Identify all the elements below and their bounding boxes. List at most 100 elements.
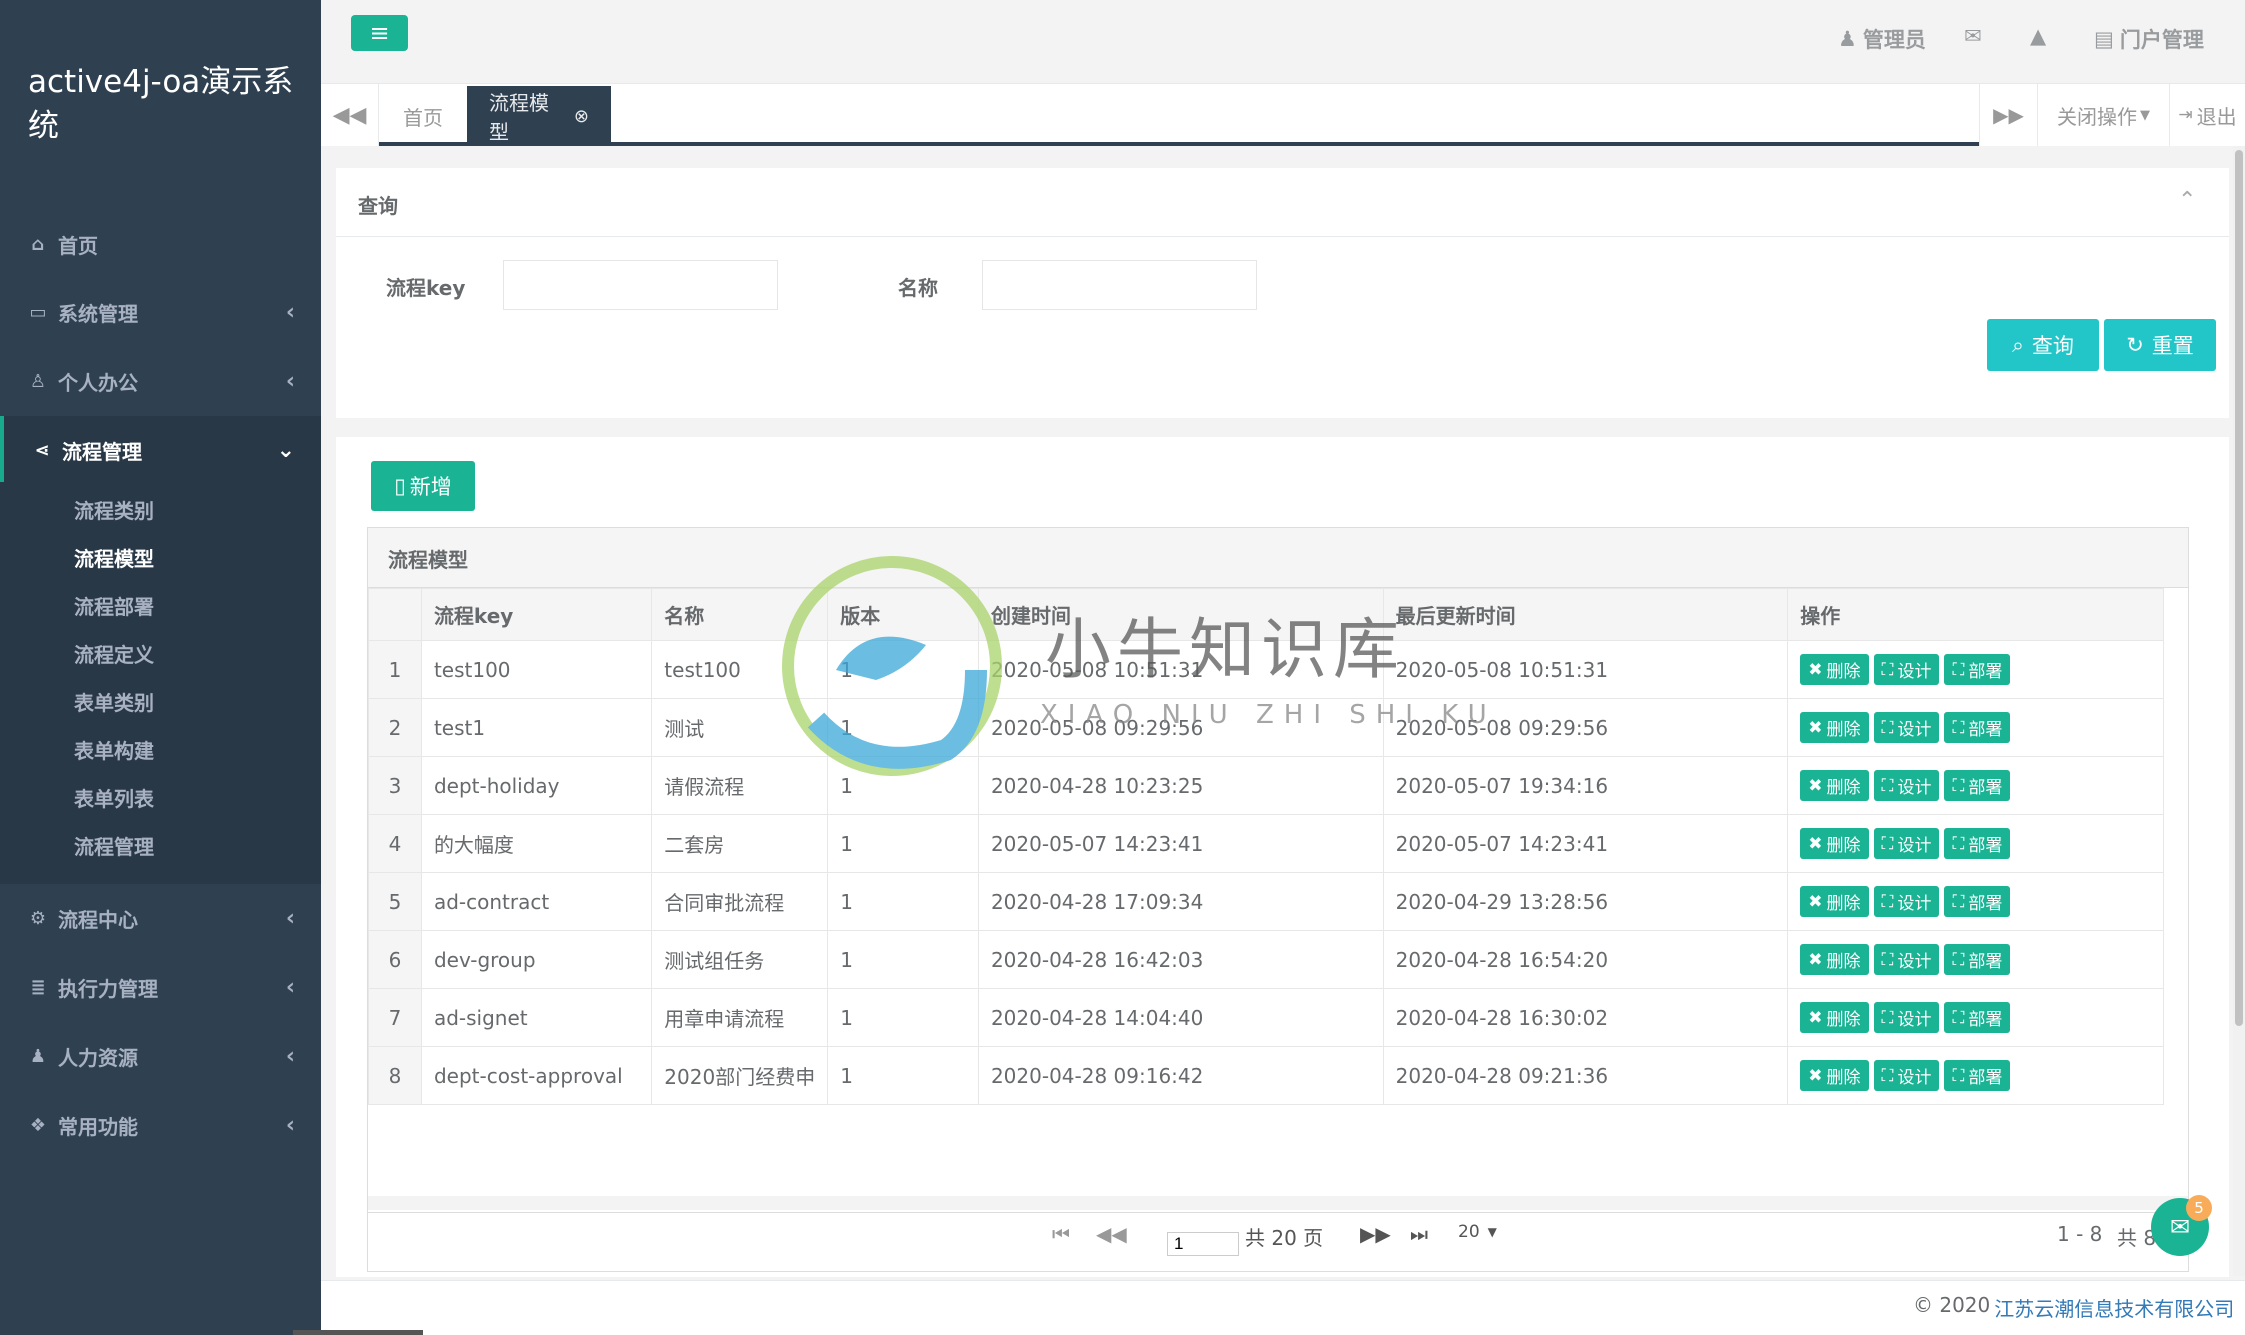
page-number-input[interactable] xyxy=(1167,1232,1239,1256)
logout-button[interactable]: ⇥ 退出 xyxy=(2169,84,2245,146)
design-button[interactable]: ⛶ 设计 xyxy=(1873,770,1940,801)
sidebar-item-home[interactable]: ⌂ 首页 xyxy=(0,210,321,278)
delete-button[interactable]: ✖ 删除 xyxy=(1800,886,1869,917)
subitem-form-list[interactable]: 表单列表 xyxy=(74,773,154,821)
tab-scroll-right-button[interactable]: ▶▶ xyxy=(1979,84,2037,146)
design-button[interactable]: ⛶ 设计 xyxy=(1873,712,1940,743)
binoculars-icon: ⛶ xyxy=(1881,833,1894,854)
first-page-icon[interactable]: ⏮ xyxy=(1052,1222,1070,1246)
table-row[interactable]: 8 dept-cost-approval 2020部门经费申 1 2020-04… xyxy=(368,1046,2164,1105)
subitem-process-definition[interactable]: 流程定义 xyxy=(74,629,154,677)
name-input[interactable] xyxy=(982,260,1257,310)
binoculars-icon: ⛶ xyxy=(1952,833,1965,854)
cell-version: 1 xyxy=(827,1046,979,1105)
subitem-form-builder[interactable]: 表单构建 xyxy=(74,725,154,773)
key-input[interactable] xyxy=(503,260,778,310)
times-icon: ✖ xyxy=(1808,1007,1823,1028)
subitem-process-category[interactable]: 流程类别 xyxy=(74,485,154,533)
tab-process-model[interactable]: 流程模型 ⊗ xyxy=(467,86,611,146)
add-button[interactable]: ▯ 新增 xyxy=(371,461,475,511)
subitem-process-model[interactable]: 流程模型 xyxy=(74,533,154,581)
design-button[interactable]: ⛶ 设计 xyxy=(1873,886,1940,917)
col-updated[interactable]: 最后更新时间 xyxy=(1382,588,1789,641)
delete-button[interactable]: ✖ 删除 xyxy=(1800,770,1869,801)
delete-button[interactable]: ✖ 删除 xyxy=(1800,944,1869,975)
table-row[interactable]: 3 dept-holiday 请假流程 1 2020-04-28 10:23:2… xyxy=(368,756,2164,815)
subitem-process-manage[interactable]: 流程管理 xyxy=(74,821,154,869)
deploy-button[interactable]: ⛶ 部署 xyxy=(1944,886,2011,917)
admin-menu[interactable]: ♟ 管理员 xyxy=(1838,24,1926,54)
sidebar-item-personal[interactable]: ♙ 个人办公 ‹ xyxy=(0,347,321,415)
design-label: 设计 xyxy=(1897,662,1932,682)
cell-updated: 2020-04-28 09:21:36 xyxy=(1382,1046,1789,1105)
scrollbar-thumb[interactable] xyxy=(2235,150,2243,1026)
delete-button[interactable]: ✖ 删除 xyxy=(1800,1002,1869,1033)
design-button[interactable]: ⛶ 设计 xyxy=(1873,1060,1940,1091)
design-button[interactable]: ⛶ 设计 xyxy=(1873,654,1940,685)
sidebar-item-common[interactable]: ❖ 常用功能 ‹ xyxy=(0,1091,321,1159)
row-number: 4 xyxy=(368,814,422,873)
deploy-label: 部署 xyxy=(1968,778,2003,798)
delete-button[interactable]: ✖ 删除 xyxy=(1800,654,1869,685)
reset-button[interactable]: ↻ 重置 xyxy=(2104,319,2216,371)
add-label: 新增 xyxy=(409,475,452,499)
deploy-button[interactable]: ⛶ 部署 xyxy=(1944,712,2011,743)
sidebar-item-hr[interactable]: ♟ 人力资源 ‹ xyxy=(0,1022,321,1090)
sidebar-item-system[interactable]: ▭ 系统管理 ‹ xyxy=(0,278,321,346)
subitem-form-category[interactable]: 表单类别 xyxy=(74,677,154,725)
search-button[interactable]: ⌕ 查询 xyxy=(1987,319,2099,371)
cell-created: 2020-04-28 16:42:03 xyxy=(977,930,1384,989)
collapse-icon[interactable]: ⌃ xyxy=(2178,188,2196,213)
table-row[interactable]: 6 dev-group 测试组任务 1 2020-04-28 16:42:03 … xyxy=(368,930,2164,989)
delete-label: 删除 xyxy=(1826,1010,1861,1030)
deploy-button[interactable]: ⛶ 部署 xyxy=(1944,1060,2011,1091)
deploy-button[interactable]: ⛶ 部署 xyxy=(1944,944,2011,975)
deploy-button[interactable]: ⛶ 部署 xyxy=(1944,770,2011,801)
tab-home[interactable]: 首页 xyxy=(379,86,467,146)
deploy-button[interactable]: ⛶ 部署 xyxy=(1944,828,2011,859)
times-icon: ✖ xyxy=(1808,1065,1823,1086)
bell-icon[interactable]: ▲ xyxy=(2030,24,2046,48)
company-link[interactable]: 江苏云潮信息技术有限公司 xyxy=(1994,1293,2234,1322)
tab-scroll-left-button[interactable]: ◀◀ xyxy=(321,84,379,146)
prev-page-icon[interactable]: ◀◀ xyxy=(1096,1222,1127,1246)
col-key[interactable]: 流程key xyxy=(420,588,653,641)
design-label: 设计 xyxy=(1897,778,1932,798)
subitem-process-deploy[interactable]: 流程部署 xyxy=(74,581,154,629)
next-page-icon[interactable]: ▶▶ xyxy=(1360,1222,1391,1246)
cell-updated: 2020-05-08 10:51:31 xyxy=(1382,640,1789,699)
deploy-button[interactable]: ⛶ 部署 xyxy=(1944,1002,2011,1033)
cell-updated: 2020-04-29 13:28:56 xyxy=(1382,872,1789,931)
page-size-select[interactable]: 20 ▼ xyxy=(1458,1222,1497,1242)
menu-toggle-button[interactable]: ≡ xyxy=(351,15,408,51)
design-button[interactable]: ⛶ 设计 xyxy=(1873,944,1940,975)
table-row[interactable]: 4 的大幅度 二套房 1 2020-05-07 14:23:41 2020-05… xyxy=(368,814,2164,873)
cell-key: 的大幅度 xyxy=(420,814,653,873)
cell-key: test1 xyxy=(420,698,653,757)
envelope-icon[interactable]: ✉ xyxy=(1964,24,1982,48)
design-button[interactable]: ⛶ 设计 xyxy=(1873,828,1940,859)
deploy-button[interactable]: ⛶ 部署 xyxy=(1944,654,2011,685)
sidebar-item-label: 常用功能 xyxy=(58,1114,138,1139)
delete-button[interactable]: ✖ 删除 xyxy=(1800,712,1869,743)
app-title: active4j-oa演示系统 xyxy=(28,64,294,144)
table-row[interactable]: 5 ad-contract 合同审批流程 1 2020-04-28 17:09:… xyxy=(368,872,2164,931)
table-row[interactable]: 7 ad-signet 用章申请流程 1 2020-04-28 14:04:40… xyxy=(368,988,2164,1047)
portal-menu[interactable]: ▤ 门户管理 xyxy=(2094,24,2204,54)
sidebar-item-process-center[interactable]: ⚙ 流程中心 ‹ xyxy=(0,884,321,952)
sidebar-item-execution[interactable]: ≣ 执行力管理 ‹ xyxy=(0,953,321,1021)
delete-label: 删除 xyxy=(1826,662,1861,682)
close-icon[interactable]: ⊗ xyxy=(574,106,589,127)
close-ops-dropdown[interactable]: 关闭操作 ▼ xyxy=(2037,84,2169,146)
horizontal-scrollbar[interactable] xyxy=(368,1196,2188,1210)
search-label: 查询 xyxy=(2031,334,2074,358)
design-button[interactable]: ⛶ 设计 xyxy=(1873,1002,1940,1033)
sidebar-item-process[interactable]: ⋖ 流程管理 ⌄ xyxy=(0,416,321,484)
times-icon: ✖ xyxy=(1808,833,1823,854)
delete-button[interactable]: ✖ 删除 xyxy=(1800,828,1869,859)
last-page-icon[interactable]: ⏭ xyxy=(1410,1222,1428,1246)
cell-actions: ✖ 删除 ⛶ 设计 ⛶ 部署 xyxy=(1787,988,2164,1047)
cell-version: 1 xyxy=(827,988,979,1047)
delete-button[interactable]: ✖ 删除 xyxy=(1800,1060,1869,1091)
cell-version: 1 xyxy=(827,814,979,873)
